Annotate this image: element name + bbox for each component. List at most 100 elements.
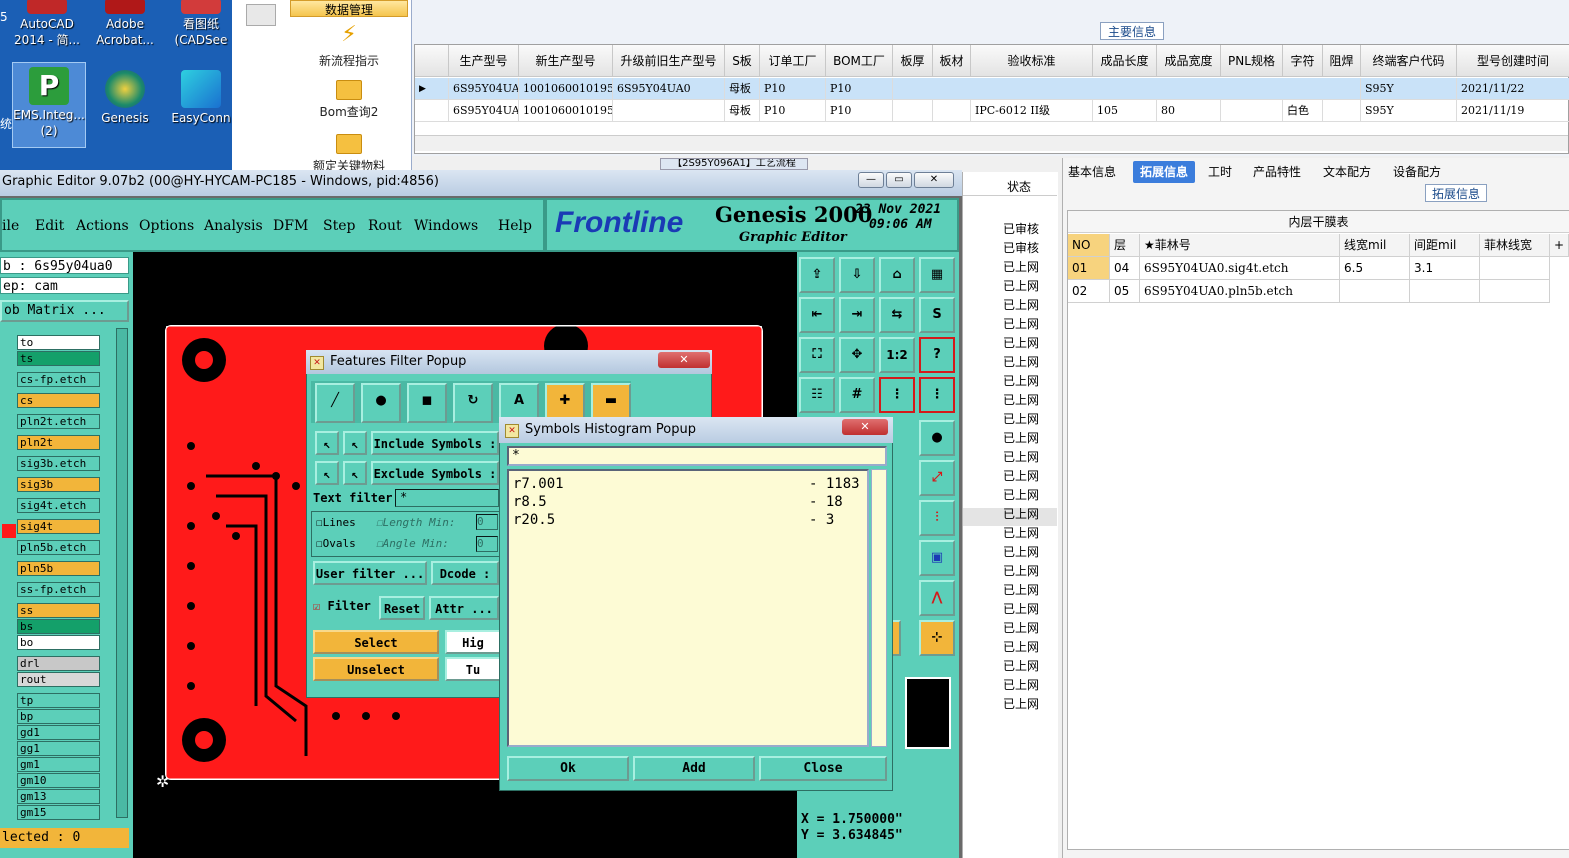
turn-button[interactable]: Tu bbox=[445, 657, 501, 681]
layer-pln5b-etch[interactable]: pln5b.etch bbox=[17, 540, 100, 555]
exclude-symbols-button[interactable]: Exclude Symbols : bbox=[371, 461, 499, 485]
table-cell[interactable] bbox=[1340, 280, 1410, 303]
histogram-scrollbar[interactable] bbox=[871, 469, 887, 747]
status-item[interactable]: 已上网 bbox=[1003, 695, 1039, 714]
tool-button[interactable]: ⤢ bbox=[919, 460, 955, 496]
status-item[interactable]: 已上网 bbox=[1003, 638, 1039, 657]
menu-windows[interactable]: Windows bbox=[414, 218, 478, 234]
layer-pln2t[interactable]: pln2t bbox=[17, 435, 100, 450]
layer-drl[interactable]: drl bbox=[17, 656, 100, 671]
table-cell[interactable]: S95Y bbox=[1361, 100, 1457, 122]
maximize-button[interactable]: ▭ bbox=[886, 172, 912, 188]
table-cell[interactable]: 6S95Y04UA0.pln5b.etch bbox=[1140, 280, 1340, 303]
table-cell[interactable] bbox=[893, 78, 1361, 100]
tool-button[interactable]: ⫶ bbox=[919, 500, 955, 536]
layer-pln5b[interactable]: pln5b bbox=[17, 561, 100, 576]
tool-button[interactable]: ⋮ bbox=[919, 377, 955, 413]
table-cell[interactable]: 6S95Y04UA1 bbox=[449, 78, 519, 100]
status-item[interactable]: 已上网 bbox=[1003, 353, 1039, 372]
tool-button[interactable]: ⇥ bbox=[839, 297, 875, 333]
arrow-icon[interactable]: ↖ bbox=[343, 461, 367, 485]
table-cell[interactable] bbox=[613, 100, 725, 122]
column-header[interactable]: 成品宽度 bbox=[1157, 45, 1221, 77]
surface-feature-icon[interactable]: ◼ bbox=[407, 383, 447, 423]
column-header[interactable]: 终端客户代码 bbox=[1361, 45, 1457, 77]
pad-feature-icon[interactable]: ● bbox=[361, 383, 401, 423]
lines-checkbox[interactable]: ☐Lines bbox=[316, 516, 356, 529]
text-filter-input[interactable]: * bbox=[395, 489, 499, 507]
acrobat-shortcut[interactable]: Adobe Acrobat... bbox=[88, 0, 162, 48]
line-feature-icon[interactable]: ╱ bbox=[315, 383, 355, 423]
highlight-button[interactable]: Hig bbox=[445, 630, 501, 654]
arrow-icon[interactable]: ↖ bbox=[315, 461, 339, 485]
table-cell[interactable]: P10 bbox=[826, 100, 893, 122]
menu-step[interactable]: Step bbox=[323, 218, 355, 234]
table-cell[interactable]: 白色 bbox=[1283, 100, 1323, 122]
row-header[interactable] bbox=[415, 100, 449, 122]
list-item[interactable]: r8.5 bbox=[513, 493, 547, 511]
column-header[interactable]: 板材 bbox=[933, 45, 971, 77]
unselect-button[interactable]: Unselect bbox=[313, 657, 439, 681]
table-cell[interactable] bbox=[893, 100, 933, 122]
table-cell[interactable]: S95Y bbox=[1361, 78, 1457, 100]
column-header[interactable]: BOM工厂 bbox=[826, 45, 893, 77]
key-material-item[interactable]: 额定关键物料 bbox=[290, 134, 408, 170]
table-cell[interactable]: 6S95Y04UA0.sig4t.etch bbox=[1140, 257, 1340, 280]
job-matrix-button[interactable]: ob Matrix ... bbox=[0, 300, 129, 322]
arrow-icon[interactable]: ↖ bbox=[315, 431, 339, 455]
tab-extended-info[interactable]: 拓展信息 bbox=[1133, 161, 1195, 183]
table-cell[interactable]: P10 bbox=[760, 78, 826, 100]
menu-analysis[interactable]: Analysis bbox=[204, 218, 263, 234]
status-item[interactable]: 已上网 bbox=[1003, 448, 1039, 467]
status-header[interactable]: 状态 bbox=[963, 178, 1057, 196]
tool-button[interactable]: ⊹ bbox=[919, 620, 955, 656]
status-item[interactable]: 已上网 bbox=[1003, 429, 1039, 448]
tool-button[interactable]: ⇆ bbox=[879, 297, 915, 333]
genesis-shortcut[interactable]: Genesis bbox=[88, 66, 162, 126]
status-item[interactable]: 已上网 bbox=[1003, 676, 1039, 695]
table-cell[interactable]: 01 bbox=[1068, 257, 1110, 280]
process-tab[interactable]: 【2S95Y096A1】工艺流程 bbox=[660, 158, 808, 170]
layer-bp[interactable]: bp bbox=[17, 709, 100, 724]
histogram-list[interactable]: r7.001 - 1183 r8.5 - 18 r20.5 - 3 bbox=[507, 469, 869, 747]
table-cell[interactable]: IPC-6012 II级 bbox=[971, 100, 1093, 122]
layer-sig3b[interactable]: sig3b bbox=[17, 477, 100, 492]
filter-toggle[interactable]: ☑ Filter bbox=[313, 599, 371, 613]
layer-bs[interactable]: bs bbox=[17, 619, 100, 634]
table-cell[interactable]: 10010600101953 bbox=[519, 100, 613, 122]
table-cell[interactable]: 母板 bbox=[725, 78, 760, 100]
column-header[interactable]: 型号创建时间 bbox=[1457, 45, 1569, 77]
table-cell[interactable]: 母板 bbox=[725, 100, 760, 122]
column-header[interactable]: 菲林线宽 bbox=[1480, 234, 1550, 257]
grid-icon[interactable]: # bbox=[839, 377, 875, 413]
table-cell[interactable]: 6S95Y04UA0 bbox=[449, 100, 519, 122]
zoom-fit-icon[interactable]: ⛶ bbox=[799, 337, 835, 373]
layer-tp[interactable]: tp bbox=[17, 693, 100, 708]
status-item[interactable]: 已上网 bbox=[1003, 581, 1039, 600]
table-cell[interactable] bbox=[933, 100, 971, 122]
table-cell[interactable]: P10 bbox=[826, 78, 893, 100]
status-item[interactable]: 已上网 bbox=[1003, 467, 1039, 486]
tool-button[interactable]: ⋀ bbox=[919, 580, 955, 616]
table-cell[interactable]: 80 bbox=[1157, 100, 1221, 122]
column-header[interactable]: 字符 bbox=[1283, 45, 1323, 77]
step-field[interactable]: ep: cam bbox=[0, 277, 129, 294]
layer-cs[interactable]: cs bbox=[17, 393, 100, 408]
column-header[interactable]: S板 bbox=[725, 45, 760, 77]
attr-button[interactable]: Attr ... bbox=[429, 596, 499, 620]
arrow-icon[interactable]: ↖ bbox=[343, 431, 367, 455]
add-column-button[interactable]: + bbox=[1550, 234, 1569, 257]
dcode-button[interactable]: Dcode : bbox=[431, 561, 499, 585]
tool-button[interactable]: ⇩ bbox=[839, 257, 875, 293]
layer-ss[interactable]: ss bbox=[17, 603, 100, 618]
angle-min-input[interactable]: 0 bbox=[476, 536, 498, 552]
column-header[interactable]: 阻焊 bbox=[1323, 45, 1361, 77]
minimize-button[interactable]: — bbox=[858, 172, 884, 188]
layer-pln2t-etch[interactable]: pln2t.etch bbox=[17, 414, 100, 429]
mini-view[interactable] bbox=[905, 677, 951, 749]
column-header[interactable]: 板厚 bbox=[893, 45, 933, 77]
layer-gm13[interactable]: gm13 bbox=[17, 789, 100, 804]
row-pointer-icon[interactable]: ▶ bbox=[415, 78, 449, 100]
list-item[interactable]: r7.001 bbox=[513, 475, 564, 493]
layer-gm10[interactable]: gm10 bbox=[17, 773, 100, 788]
